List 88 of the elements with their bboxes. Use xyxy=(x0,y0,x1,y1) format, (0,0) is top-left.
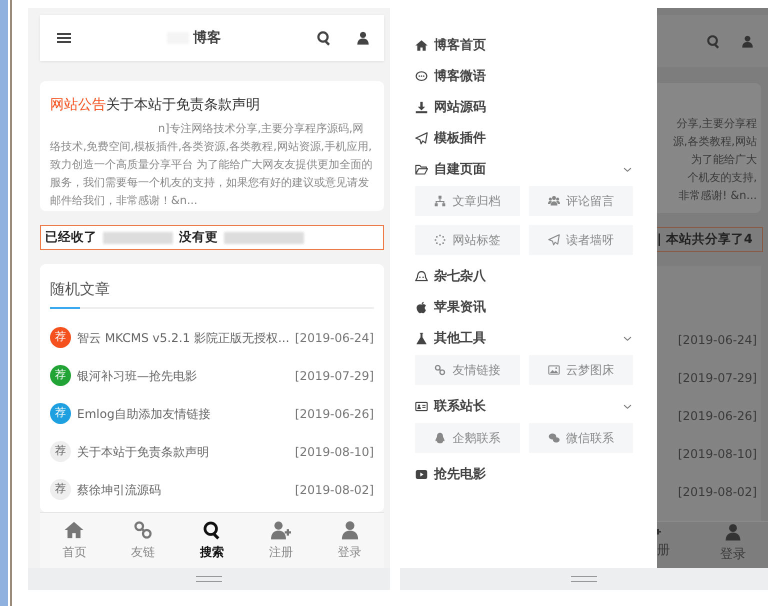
hat-icon xyxy=(415,270,428,283)
recommend-badge: 荐 xyxy=(50,441,71,462)
post-date: [2019-08-10] xyxy=(294,444,374,460)
post-title-link[interactable]: 蔡徐坤引流源码 xyxy=(77,480,289,498)
download-icon xyxy=(415,101,428,114)
ticker-text: | 本站共分享了4 xyxy=(657,230,753,248)
notice-text-line: 分享,主要分享程 xyxy=(675,116,757,132)
site-title: 博客 xyxy=(193,28,221,48)
recommend-badge: 荐 xyxy=(50,365,71,386)
post-date: [2019-07-29] xyxy=(294,368,374,384)
recommend-badge: 荐 xyxy=(50,403,71,424)
drawer-menu-item[interactable]: 联系站长 xyxy=(415,391,633,422)
search-button[interactable] xyxy=(316,30,332,46)
paper-plane-icon xyxy=(548,234,560,246)
recommend-badge: 荐 xyxy=(50,479,71,500)
search-icon xyxy=(706,34,721,48)
drag-handle-icon[interactable] xyxy=(571,576,597,582)
user-icon xyxy=(724,522,742,541)
drawer-menu-item[interactable]: 博客首页 xyxy=(415,30,633,61)
paper-plane-icon xyxy=(415,132,428,145)
recommend-badge: 荐 xyxy=(50,327,71,348)
drawer-menu-item[interactable]: 其他工具 xyxy=(415,323,633,354)
apple-icon xyxy=(415,301,428,314)
notice-text-line: 为了能给广大 xyxy=(690,152,757,168)
video-icon xyxy=(415,468,428,481)
submenu-button[interactable]: 读者墙呀 xyxy=(528,225,633,255)
users-icon xyxy=(548,195,560,207)
user-icon xyxy=(741,34,754,48)
sitemap-icon xyxy=(434,195,446,207)
submenu-button[interactable]: 企鹅联系 xyxy=(415,423,520,453)
drawer-menu-item[interactable]: 抢先电影 xyxy=(415,459,633,490)
user-button[interactable] xyxy=(356,31,370,45)
post-date: [2019-06-24] xyxy=(294,330,374,346)
drawer-menu-item[interactable]: 网站源码 xyxy=(415,92,633,123)
home-icon xyxy=(415,39,428,52)
post-date: [2019-08-02] xyxy=(678,484,757,501)
flask-icon xyxy=(415,332,428,345)
notice-text-line: 源,各类教程,网站 xyxy=(672,134,757,150)
nav-tab[interactable]: 首页 xyxy=(49,520,100,561)
post-title-link[interactable]: 关于本站于免责条款声明 xyxy=(77,442,289,460)
submenu-button[interactable]: 微信联系 xyxy=(528,423,633,453)
link-icon xyxy=(434,364,446,376)
notice-text-line: 个机友的支持, xyxy=(686,170,757,186)
submenu-button[interactable]: 云梦图床 xyxy=(528,355,633,385)
search-icon xyxy=(202,520,222,540)
chat-bubbles-icon xyxy=(548,432,560,444)
dots-icon xyxy=(434,234,446,246)
post-date: [2019-07-29] xyxy=(678,370,757,387)
notice-text-line: 非常感谢! &n... xyxy=(677,188,757,204)
folder-icon xyxy=(415,163,428,176)
post-date: [2019-06-26] xyxy=(294,406,374,422)
drawer-menu-item[interactable]: 博客微语 xyxy=(415,61,633,92)
drawer-menu-item[interactable]: 苹果资讯 xyxy=(415,292,633,323)
post-title-link[interactable]: 银河补习班—抢先电影 xyxy=(77,366,289,384)
submenu-button[interactable]: 友情链接 xyxy=(415,355,520,385)
drawer-menu-item[interactable]: 杂七杂八 xyxy=(415,261,633,292)
nav-tab[interactable]: 登录 xyxy=(324,520,375,561)
post-date: [2019-08-02] xyxy=(294,482,374,498)
section-title: 随机文章 xyxy=(50,279,110,300)
post-date: [2019-08-10] xyxy=(678,446,757,463)
user-icon xyxy=(340,520,360,540)
link-icon xyxy=(133,520,154,540)
post-date: [2019-06-26] xyxy=(678,408,757,425)
chat-icon xyxy=(415,70,428,83)
add-user-icon xyxy=(270,520,291,540)
penguin-icon xyxy=(434,432,446,444)
notice-title[interactable]: 网站公告关于本站于免责条款声明 xyxy=(50,95,374,116)
menu-button[interactable] xyxy=(56,30,72,46)
nav-tab[interactable]: 友链 xyxy=(118,520,168,561)
drawer-menu-item[interactable]: 模板插件 xyxy=(415,123,633,154)
post-date: [2019-06-24] xyxy=(678,332,757,349)
nav-tab[interactable]: 注册 xyxy=(256,520,306,561)
submenu-button[interactable]: 网站标签 xyxy=(415,225,520,255)
notice-text: n]专注网络技术分享,主要分享程序源码,网络技术,免费空间,模板插件,各类资源,各类教程,网站资源,手机应用,致力创造一个高质量分享平台 为了能给广大网友友提供更加全面的服务，我们需要每一个机友的支持，如果您有好的建议或意见请发邮件给我们，非常感谢！&n... xyxy=(50,121,374,209)
drawer-menu-item[interactable]: 自建页面 xyxy=(415,154,633,185)
redacted-text-block xyxy=(103,232,173,244)
home-icon xyxy=(64,520,84,540)
submenu-button[interactable]: 文章归档 xyxy=(415,186,520,216)
post-title-link[interactable]: Emlog自助添加友情链接 xyxy=(77,404,289,422)
submenu-button[interactable]: 评论留言 xyxy=(528,186,633,216)
title-underline xyxy=(50,306,80,308)
ticker-text: 没有更 xyxy=(179,228,218,246)
nav-tab[interactable]: 搜索 xyxy=(186,520,237,561)
post-title-link[interactable]: 智云 MKCMS v5.2.1 影院正版无授权... xyxy=(77,328,289,346)
image-icon xyxy=(548,364,560,376)
id-card-icon xyxy=(415,400,428,413)
drag-handle-icon[interactable] xyxy=(196,576,222,582)
ticker-text: 已经收了 xyxy=(45,228,97,246)
